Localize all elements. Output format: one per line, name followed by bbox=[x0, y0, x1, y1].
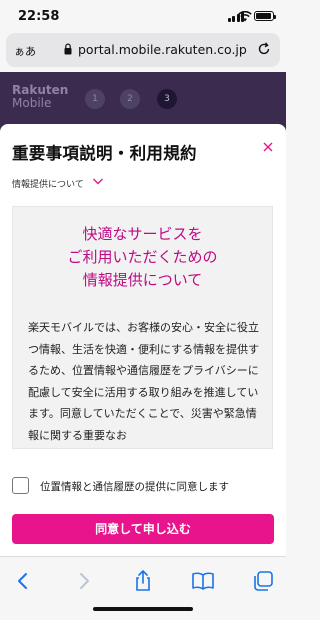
home-indicator bbox=[93, 607, 193, 611]
panel-body-text: 楽天モバイルでは、お客様の安心・安全に役立つ情報、生活を快適・便利にする情報を提… bbox=[28, 321, 260, 442]
tabs-icon[interactable] bbox=[251, 569, 275, 593]
progress-step-1: 1 bbox=[85, 89, 105, 109]
battery-icon bbox=[254, 11, 276, 21]
status-time: 22:58 bbox=[18, 9, 60, 24]
forward-icon[interactable] bbox=[72, 569, 96, 593]
status-bar: 22:58 bbox=[0, 0, 286, 30]
section-selector[interactable]: 情報提供について bbox=[12, 177, 84, 190]
share-icon[interactable] bbox=[131, 569, 155, 593]
panel-heading: 快適なサービスを ご利用いただくための 情報提供について bbox=[13, 223, 272, 292]
url-text: portal.mobile.rakuten.co.jp bbox=[78, 42, 247, 57]
panel-heading-line-2: ご利用いただくための bbox=[67, 248, 218, 266]
submit-button[interactable]: 同意して申し込む bbox=[12, 514, 274, 544]
modal-title: 重要事項説明・利用規約 bbox=[12, 144, 197, 163]
back-icon[interactable] bbox=[11, 569, 35, 593]
progress-step-3: 3 bbox=[157, 89, 177, 109]
agree-label[interactable]: 位置情報と通信履歴の提供に同意します bbox=[40, 479, 229, 494]
agree-checkbox[interactable] bbox=[12, 477, 29, 494]
close-icon[interactable] bbox=[262, 141, 274, 153]
chevron-down-icon[interactable] bbox=[92, 176, 104, 186]
panel-heading-line-3: 情報提供について bbox=[82, 271, 203, 289]
reload-icon[interactable] bbox=[256, 41, 272, 57]
logo-line-2: Mobile bbox=[12, 96, 52, 110]
agree-row[interactable]: 位置情報と通信履歴の提供に同意します bbox=[12, 476, 274, 496]
panel-heading-line-1: 快適なサービスを bbox=[82, 225, 203, 243]
wifi-icon bbox=[238, 11, 252, 22]
browser-address-bar: ぁあ portal.mobile.rakuten.co.jp bbox=[0, 30, 286, 72]
background-page-header: Rakuten Mobile 1 2 3 bbox=[0, 72, 286, 132]
text-size-button[interactable]: ぁあ bbox=[14, 43, 36, 59]
lock-icon bbox=[64, 43, 72, 55]
terms-scroll-panel[interactable]: 快適なサービスを ご利用いただくための 情報提供について 楽天モバイルでは、お客… bbox=[12, 206, 273, 449]
rakuten-mobile-logo: Rakuten Mobile bbox=[12, 84, 68, 110]
terms-modal: 重要事項説明・利用規約 情報提供について 快適なサービスを ご利用いただくための… bbox=[0, 124, 286, 556]
url-field[interactable]: ぁあ portal.mobile.rakuten.co.jp bbox=[6, 33, 280, 67]
bookmarks-icon[interactable] bbox=[191, 569, 215, 593]
progress-step-2: 2 bbox=[120, 89, 140, 109]
